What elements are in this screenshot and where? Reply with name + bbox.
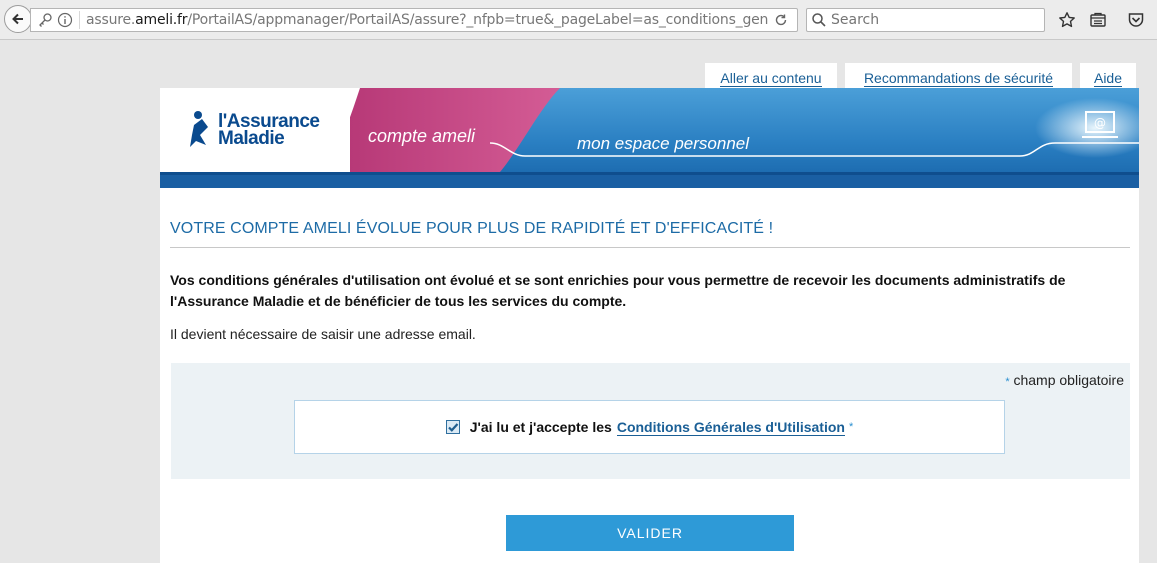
email-computer-icon: @: [1082, 111, 1118, 138]
valider-button[interactable]: VALIDER: [506, 515, 794, 551]
intro-text: Il devient nécessaire de saisir une adre…: [170, 326, 476, 342]
search-icon: [812, 13, 826, 27]
library-icon: [1090, 12, 1106, 27]
skip-to-content-link[interactable]: Aller au contenu: [705, 63, 837, 89]
main-page: l'Assurance Maladie compte ameli mon esp…: [160, 88, 1139, 563]
cgu-link[interactable]: Conditions Générales d'Utilisation: [616, 419, 845, 436]
cgu-label[interactable]: J'ai lu et j'accepte les: [470, 419, 612, 435]
cgu-acceptance-box: J'ai lu et j'accepte les Conditions Géné…: [294, 400, 1005, 454]
page-title: VOTRE COMPTE AMELI ÉVOLUE POUR PLUS DE R…: [170, 220, 774, 237]
required-star: *: [1005, 376, 1010, 388]
search-bar[interactable]: [806, 8, 1045, 32]
banner-espace-personnel: mon espace personnel: [577, 134, 750, 153]
url-bar[interactable]: assure.ameli.fr/PortailAS/appmanager/Por…: [30, 8, 798, 32]
help-link[interactable]: Aide: [1080, 63, 1136, 89]
assurance-maladie-logo[interactable]: l'Assurance Maladie: [160, 88, 350, 172]
intro-bold-text: Vos conditions générales d'utilisation o…: [170, 272, 1066, 309]
pocket-icon: [1128, 13, 1144, 27]
bookmark-star-button[interactable]: [1057, 10, 1077, 30]
cgu-form: * champ obligatoire J'ai lu et j'accepte…: [171, 363, 1130, 479]
required-field-note: * champ obligatoire: [1005, 372, 1124, 388]
cgu-required-star: *: [848, 421, 854, 433]
url-path: /PortailAS/appmanager/PortailAS/assure?_…: [187, 12, 769, 28]
cgu-checkbox[interactable]: [445, 420, 460, 434]
back-arrow-icon: [12, 13, 23, 25]
key-icon[interactable]: [37, 12, 53, 28]
url-prefix: assure.: [86, 12, 136, 28]
info-icon[interactable]: [57, 12, 73, 28]
help-label: Aide: [1093, 70, 1123, 87]
title-divider: [170, 247, 1130, 248]
security-recommendations-label: Recommandations de sécurité: [863, 70, 1054, 87]
url-domain: ameli.fr: [135, 12, 188, 28]
url-identity: [31, 11, 80, 29]
assurance-maladie-logo-mark: [190, 111, 208, 147]
reading-list-button[interactable]: [1088, 10, 1108, 30]
checkmark-icon: [447, 423, 459, 432]
skip-to-content-label: Aller au contenu: [720, 70, 822, 87]
svg-text:@: @: [1094, 116, 1106, 130]
logo-line-2: Maladie: [218, 128, 285, 149]
reload-button[interactable]: [771, 10, 791, 30]
banner: l'Assurance Maladie compte ameli mon esp…: [160, 88, 1139, 188]
star-icon: [1059, 12, 1075, 28]
browser-toolbar: assure.ameli.fr/PortailAS/appmanager/Por…: [0, 0, 1157, 40]
url-text[interactable]: assure.ameli.fr/PortailAS/appmanager/Por…: [80, 12, 771, 28]
reload-icon: [775, 14, 787, 26]
security-recommendations-link[interactable]: Recommandations de sécurité: [845, 63, 1072, 89]
banner-compte-ameli: compte ameli: [368, 126, 476, 146]
logo-text: l'Assurance Maladie: [218, 112, 320, 149]
search-input[interactable]: [831, 12, 1031, 28]
back-button[interactable]: [4, 5, 32, 33]
pocket-button[interactable]: [1126, 10, 1146, 30]
required-note-text: champ obligatoire: [1013, 372, 1124, 388]
